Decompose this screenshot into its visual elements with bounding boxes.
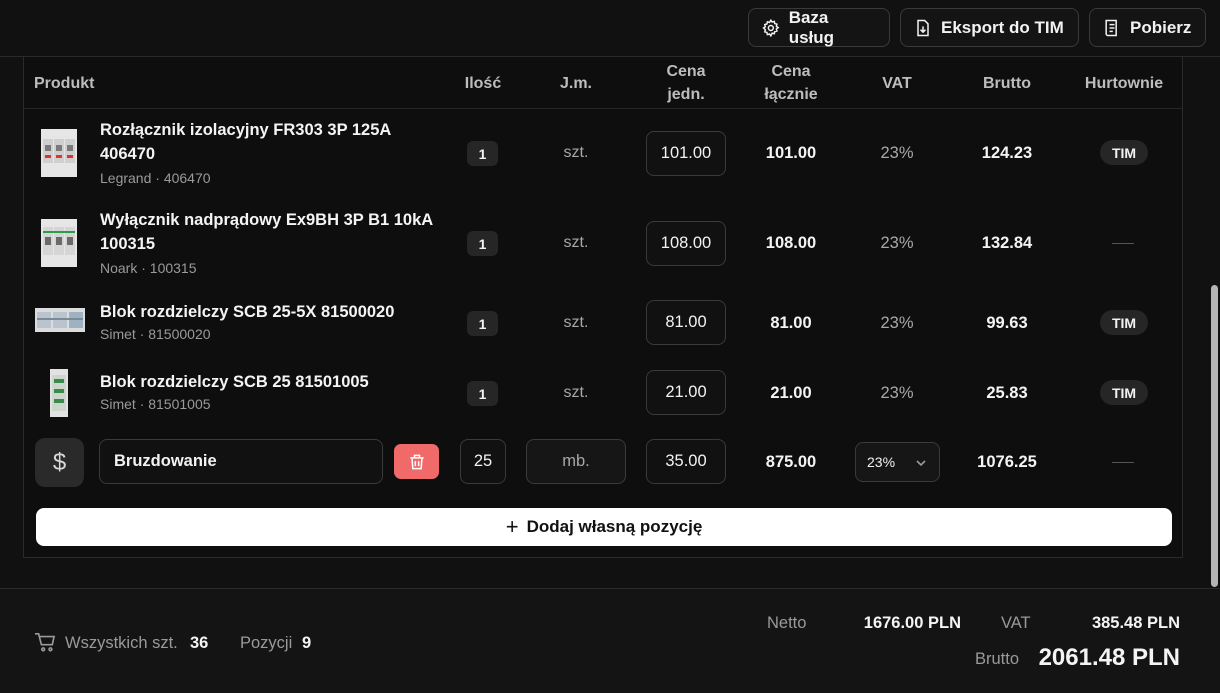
custom-price-input[interactable]: 35.00	[646, 439, 726, 484]
items-table: Produkt Ilość J.m. Cena jedn. Cena łączn…	[23, 57, 1183, 558]
positions-value: 9	[302, 634, 312, 652]
header-vat: VAT	[882, 75, 912, 92]
file-download-icon	[917, 19, 929, 36]
export-tim-button[interactable]: Eksport do TIM	[900, 8, 1079, 47]
unit-text: szt.	[563, 234, 589, 251]
all-items-value: 36	[190, 634, 209, 652]
no-wholesaler-dash	[1112, 462, 1134, 463]
qty-badge: 1	[467, 311, 498, 336]
table-row: Wyłącznik nadprądowy Ex9BH 3P B1 10kA 10…	[24, 199, 1182, 289]
receipt-icon	[1105, 19, 1117, 36]
vat-rate: 23%	[880, 144, 914, 162]
custom-service-row: $ Bruzdowanie 25 mb. 35.00 875.00 23% 10…	[24, 429, 1182, 495]
cart-icon	[35, 633, 56, 652]
table-header: Produkt Ilość J.m. Cena jedn. Cena łączn…	[24, 57, 1182, 109]
dollar-icon: $	[35, 438, 84, 487]
custom-name-input[interactable]: Bruzdowanie	[99, 439, 383, 484]
header-unit-price: Cena jedn.	[666, 63, 706, 103]
line-total: 21.00	[770, 384, 812, 402]
line-total: 81.00	[770, 314, 812, 332]
gross-total-label: Brutto	[975, 650, 1020, 668]
product-thumbnail	[34, 304, 86, 336]
delete-button[interactable]	[394, 444, 439, 479]
header-gross: Brutto	[983, 75, 1031, 92]
custom-unit-input[interactable]: mb.	[526, 439, 626, 484]
add-custom-item-button[interactable]: + Dodaj własną pozycję	[36, 508, 1172, 546]
product-meta: Legrand · 406470	[100, 170, 211, 186]
line-total: 101.00	[765, 144, 817, 162]
unit-price-input[interactable]: 81.00	[646, 300, 726, 345]
gross-total-value: 2061.48 PLN	[1038, 644, 1180, 671]
unit-text: szt.	[563, 384, 589, 401]
gross-value: 1076.25	[977, 453, 1037, 471]
no-wholesaler-dash	[1112, 243, 1134, 244]
qty-badge: 1	[467, 231, 498, 256]
unit-price-input[interactable]: 101.00	[646, 131, 726, 176]
gross-value: 132.84	[981, 234, 1033, 252]
vat-total-value: 385.48 PLN	[1091, 614, 1180, 632]
plus-icon: +	[505, 514, 519, 539]
product-name: Rozłącznik izolacyjny FR303 3P 125A 4064…	[100, 121, 392, 163]
product-thumbnail	[40, 125, 78, 181]
vat-rate: 23%	[880, 234, 914, 252]
table-row: Rozłącznik izolacyjny FR303 3P 125A 4064…	[24, 109, 1182, 199]
services-button[interactable]: Baza usług	[748, 8, 890, 47]
header-product: Produkt	[34, 75, 95, 92]
wholesaler-badge[interactable]: TIM	[1100, 380, 1148, 405]
header-total: Cena łącznie	[764, 63, 818, 103]
all-items-label: Wszystkich szt.	[65, 634, 178, 652]
table-row: Blok rozdzielczy SCB 25 81501005 Simet ·…	[24, 359, 1182, 429]
scrollbar[interactable]	[1211, 285, 1218, 587]
download-button[interactable]: Pobierz	[1089, 8, 1206, 47]
custom-qty-input[interactable]: 25	[460, 439, 506, 484]
header-qty: Ilość	[464, 75, 502, 92]
unit-price-input[interactable]: 21.00	[646, 370, 726, 415]
vat-rate: 23%	[880, 384, 914, 402]
header-wholesalers: Hurtownie	[1084, 75, 1164, 92]
services-label: Baza usług	[788, 7, 835, 47]
product-thumbnail	[46, 367, 72, 419]
line-total: 108.00	[765, 234, 817, 252]
qty-badge: 1	[467, 381, 498, 406]
gross-value: 99.63	[986, 314, 1028, 332]
line-total: 875.00	[765, 453, 817, 471]
unit-text: szt.	[563, 144, 589, 161]
add-label: Dodaj własną pozycję	[526, 517, 703, 536]
unit-price-input[interactable]: 108.00	[646, 221, 726, 266]
top-toolbar: Baza usług Eksport do TIM Pobierz	[0, 0, 1220, 57]
net-value: 1676.00 PLN	[863, 614, 961, 632]
net-label: Netto	[767, 614, 807, 632]
export-label: Eksport do TIM	[941, 17, 1064, 37]
vat-select[interactable]: 23%	[855, 442, 940, 482]
header-unit: J.m.	[559, 75, 592, 92]
product-thumbnail	[40, 215, 78, 271]
trash-icon	[409, 454, 424, 469]
positions-label: Pozycji	[240, 634, 293, 652]
gross-value: 124.23	[981, 144, 1033, 162]
product-name: Wyłącznik nadprądowy Ex9BH 3P B1 10kA 10…	[100, 211, 434, 253]
product-name: Blok rozdzielczy SCB 25-5X 81500020	[100, 303, 395, 321]
vat-total-label: VAT	[1001, 614, 1031, 632]
wholesaler-badge[interactable]: TIM	[1100, 310, 1148, 335]
qty-badge: 1	[467, 141, 498, 166]
wholesaler-badge[interactable]: TIM	[1100, 140, 1148, 165]
chevron-down-icon	[916, 460, 926, 467]
unit-text: szt.	[563, 314, 589, 331]
summary-footer: Wszystkich szt. 36 Pozycji 9 Netto 1676.…	[0, 588, 1220, 693]
download-label: Pobierz	[1130, 17, 1192, 37]
table-row: Blok rozdzielczy SCB 25-5X 81500020 Sime…	[24, 289, 1182, 359]
product-meta: Simet · 81501005	[100, 396, 211, 412]
product-meta: Noark · 100315	[100, 260, 197, 276]
gross-value: 25.83	[986, 384, 1028, 402]
product-meta: Simet · 81500020	[100, 326, 211, 342]
vat-rate: 23%	[880, 314, 914, 332]
gear-icon	[762, 18, 780, 37]
product-name: Blok rozdzielczy SCB 25 81501005	[100, 373, 369, 391]
